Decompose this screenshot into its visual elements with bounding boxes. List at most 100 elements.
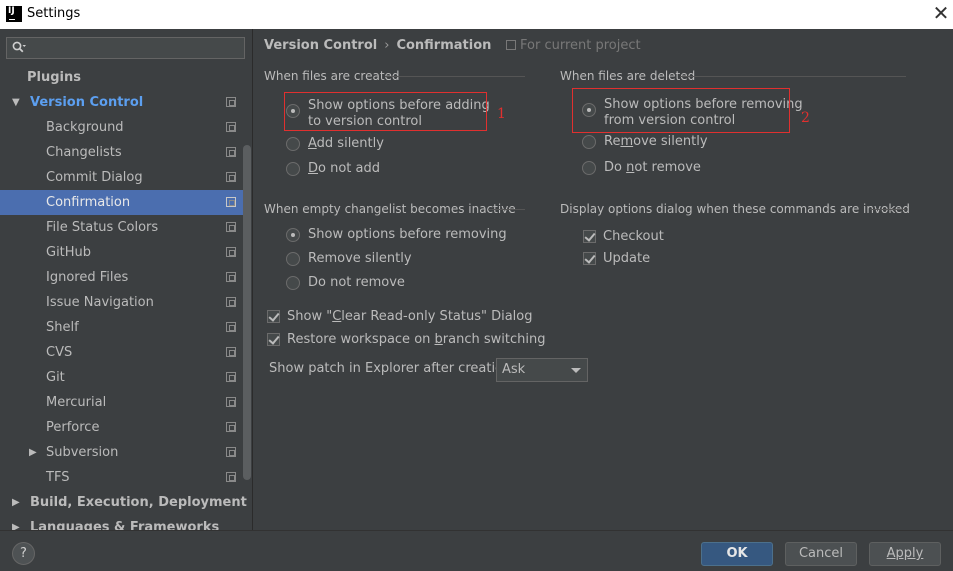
sidebar-item-label: Background [46, 120, 124, 135]
sidebar-item-file-status-colors[interactable]: File Status Colors [0, 215, 243, 240]
sidebar-item-shelf[interactable]: Shelf [0, 315, 243, 340]
option-label: Checkout [603, 229, 664, 244]
option-label: Show options before removing [308, 227, 507, 242]
cancel-button[interactable]: Cancel [785, 542, 857, 566]
breadcrumb-current: Confirmation [396, 38, 492, 53]
collapsed-arrow-icon[interactable]: ▶ [12, 515, 22, 530]
project-scope-icon [226, 272, 236, 282]
project-scope-icon [226, 472, 236, 482]
radio-button[interactable] [582, 135, 596, 149]
project-scope-icon [226, 222, 236, 232]
sidebar-item-label: Mercurial [46, 395, 107, 410]
help-button[interactable]: ? [12, 542, 35, 565]
settings-content: Version Control › Confirmation For current… [254, 29, 953, 530]
project-scope-icon [226, 172, 236, 182]
sidebar-item-github[interactable]: GitHub [0, 240, 243, 265]
sidebar-item-label: Commit Dialog [46, 170, 143, 185]
sidebar-item-perforce[interactable]: Perforce [0, 415, 243, 440]
dialog-footer: ? OK Cancel Apply [0, 530, 953, 571]
sidebar-item-label: Ignored Files [46, 270, 129, 285]
sidebar-item-changelists[interactable]: Changelists [0, 140, 243, 165]
project-scope-icon [226, 372, 236, 382]
group-title-empty-changelist: When empty changelist becomes inactive [264, 202, 516, 216]
group-title-display-options: Display options dialog when these comman… [560, 202, 910, 216]
sidebar-item-cvs[interactable]: CVS [0, 340, 243, 365]
search-icon [12, 41, 26, 53]
sidebar-item-label: Build, Execution, Deployment [30, 495, 247, 510]
checkbox[interactable] [583, 230, 596, 243]
sidebar-item-version-control[interactable]: ▼ Version Control [0, 90, 243, 115]
group-divider [870, 209, 906, 210]
project-scope-icon [226, 297, 236, 307]
radio-button[interactable] [286, 137, 300, 151]
sidebar-item-ignored-files[interactable]: Ignored Files [0, 265, 243, 290]
search-field[interactable] [6, 37, 245, 59]
intellij-app-icon: IJ [6, 6, 22, 22]
project-scope-icon [226, 122, 236, 132]
checkbox[interactable] [267, 333, 280, 346]
sidebar-item-label: Perforce [46, 420, 100, 435]
group-divider [488, 209, 525, 210]
sidebar-item-label: Changelists [46, 145, 122, 160]
sidebar-item-label: GitHub [46, 245, 92, 260]
sidebar-item-build-execution-deployment[interactable]: ▶ Build, Execution, Deployment [0, 490, 247, 515]
scope-indicator: For current project [506, 38, 641, 53]
option-label: Remove silently [308, 251, 412, 266]
radio-button[interactable] [582, 161, 596, 175]
sidebar-item-issue-navigation[interactable]: Issue Navigation [0, 290, 243, 315]
sidebar-item-git[interactable]: Git [0, 365, 243, 390]
sidebar-item-background[interactable]: Background [0, 115, 243, 140]
option-label: Add silently [308, 136, 384, 151]
breadcrumb-separator: › [384, 38, 390, 53]
option-label: Update [603, 251, 651, 266]
sidebar-scrollbar[interactable] [243, 145, 251, 480]
project-scope-icon [226, 422, 236, 432]
sidebar-item-plugins[interactable]: Plugins [0, 65, 243, 90]
option-label: Remove silently [604, 134, 708, 149]
patch-explorer-label: Show patch in Explorer after creation: [269, 361, 516, 376]
patch-explorer-dropdown[interactable]: Ask [496, 358, 588, 382]
apply-button[interactable]: Apply [869, 542, 941, 566]
sidebar-item-label: Git [46, 370, 65, 385]
option-label: Show "Clear Read-only Status" Dialog [287, 309, 533, 324]
sidebar-item-confirmation[interactable]: Confirmation [0, 190, 243, 215]
expanded-arrow-icon[interactable]: ▼ [12, 90, 22, 115]
checkbox[interactable] [267, 310, 280, 323]
close-icon[interactable]: ✕ [930, 2, 952, 26]
group-divider [680, 76, 906, 77]
sidebar-item-label: Shelf [46, 320, 79, 335]
radio-button[interactable] [286, 252, 300, 266]
project-scope-icon [226, 247, 236, 257]
checkbox[interactable] [583, 252, 596, 265]
radio-button[interactable] [286, 228, 300, 242]
radio-button[interactable] [286, 162, 300, 176]
sidebar-item-label: Plugins [27, 70, 81, 85]
project-scope-icon [506, 40, 516, 50]
group-divider [385, 76, 525, 77]
project-scope-icon [226, 397, 236, 407]
project-scope-icon [226, 147, 236, 157]
annotation-highlight-box-2 [572, 88, 790, 133]
sidebar-item-tfs[interactable]: TFS [0, 465, 243, 490]
collapsed-arrow-icon[interactable]: ▶ [29, 440, 39, 465]
option-label: Do not remove [604, 160, 701, 175]
option-label: Restore workspace on branch switching [287, 332, 546, 347]
sidebar-item-commit-dialog[interactable]: Commit Dialog [0, 165, 243, 190]
project-scope-icon [226, 97, 236, 107]
breadcrumb-parent[interactable]: Version Control [264, 38, 377, 53]
radio-button[interactable] [286, 276, 300, 290]
sidebar-item-subversion[interactable]: ▶ Subversion [0, 440, 243, 465]
annotation-number-1: 1 [497, 106, 506, 122]
ok-button[interactable]: OK [701, 542, 773, 566]
dropdown-value: Ask [502, 362, 526, 377]
breadcrumb: Version Control › Confirmation [264, 38, 491, 53]
sidebar-item-mercurial[interactable]: Mercurial [0, 390, 243, 415]
group-title-files-created: When files are created [264, 69, 400, 83]
sidebar-item-languages-frameworks[interactable]: ▶ Languages & Frameworks [0, 515, 243, 530]
option-label: Do not add [308, 161, 380, 176]
sidebar-item-label: Issue Navigation [46, 295, 154, 310]
group-title-files-deleted: When files are deleted [560, 69, 696, 83]
settings-sidebar: Plugins ▼ Version Control Background Cha… [0, 29, 253, 530]
collapsed-arrow-icon[interactable]: ▶ [12, 490, 22, 515]
sidebar-item-label: Languages & Frameworks [30, 520, 220, 530]
